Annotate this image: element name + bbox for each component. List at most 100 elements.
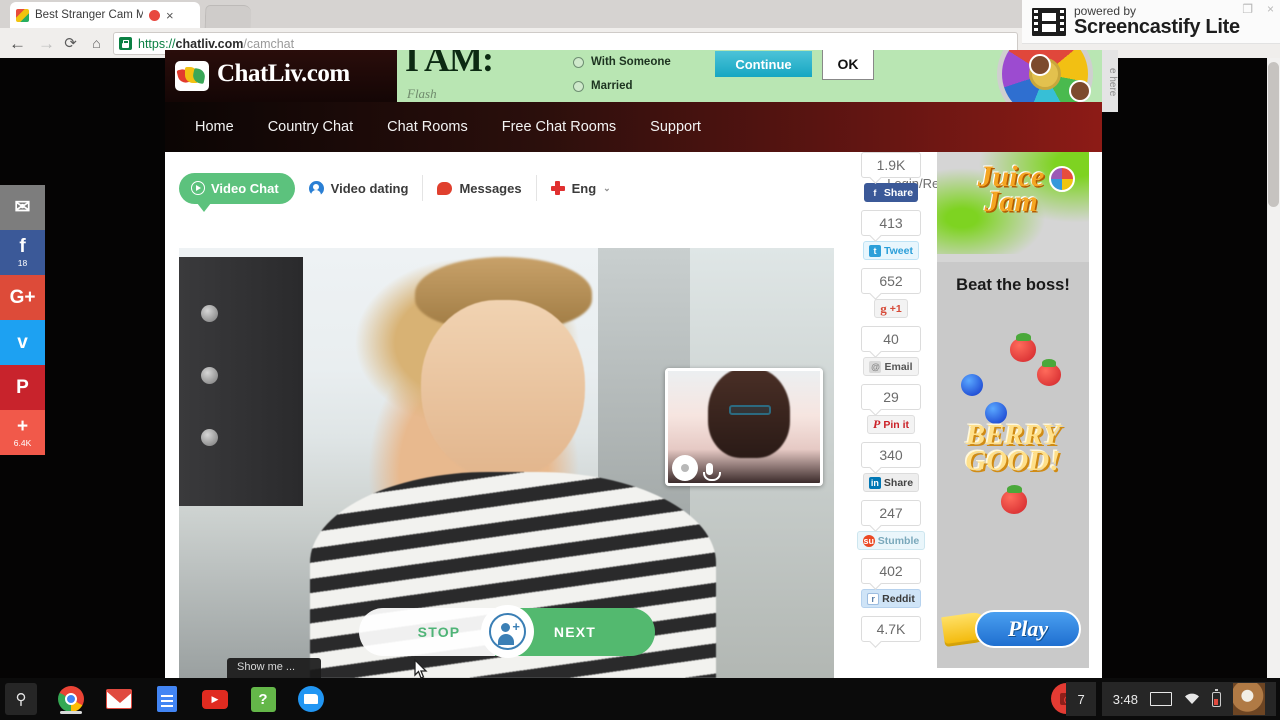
social-button-email[interactable]: ✉ <box>0 185 45 230</box>
restore-window-icon[interactable]: ❐ <box>1242 2 1253 16</box>
social-button-twitter[interactable]: ᴠ <box>0 320 45 365</box>
taskbar-app-chrome[interactable] <box>56 684 86 714</box>
status-tray[interactable]: 3:48 <box>1101 682 1276 716</box>
play-circle-icon <box>191 181 205 195</box>
url-scheme: https:// <box>138 36 176 51</box>
facebook-share-button[interactable]: f Share <box>863 183 919 202</box>
app-active-underline <box>60 711 82 714</box>
video-person-face <box>421 299 586 481</box>
close-tab-icon[interactable]: × <box>166 9 174 22</box>
self-view-controls <box>675 458 721 481</box>
stumbleupon-icon: su <box>862 534 875 547</box>
ad-ok-button[interactable]: OK <box>822 50 874 80</box>
microphone-icon[interactable] <box>702 463 721 481</box>
nav-home[interactable]: Home <box>181 113 248 141</box>
googleplus-share-button[interactable]: g +1 <box>874 299 908 318</box>
taskbar-app-youtube[interactable]: ▶ <box>200 684 230 714</box>
site-navigation: Home Country Chat Chat Rooms Free Chat R… <box>165 102 1102 152</box>
close-window-icon[interactable]: × <box>1267 2 1274 16</box>
ad-continue-button[interactable]: Continue <box>715 51 812 77</box>
tab-video-chat[interactable]: Video Chat <box>179 172 295 212</box>
wifi-icon[interactable] <box>1184 693 1200 705</box>
radio-icon[interactable] <box>573 80 584 92</box>
forward-icon[interactable]: → <box>38 35 55 52</box>
new-tab-button[interactable] <box>204 5 252 28</box>
facebook-count: 18 <box>17 258 28 268</box>
reddit-share-button[interactable]: r Reddit <box>861 589 921 608</box>
taskbar-app-gmail[interactable] <box>104 684 134 714</box>
recording-indicator-icon <box>149 9 160 21</box>
gear-icon[interactable] <box>675 458 695 478</box>
ad-face-1 <box>1029 54 1051 76</box>
social-button-more[interactable]: + 6.4K <box>0 410 45 455</box>
notification-tray[interactable]: 7 <box>1066 682 1096 716</box>
docs-icon <box>157 686 177 712</box>
reload-icon[interactable]: ⟳ <box>62 35 79 52</box>
launcher-search-icon[interactable]: ⚲ <box>5 683 37 715</box>
feature-tabs: Video Chat Video dating Messages Eng ⌄ <box>179 170 839 212</box>
chrome-icon <box>58 686 84 712</box>
page-content: Video Chat Video dating Messages Eng ⌄ S… <box>165 152 1102 678</box>
language-selector[interactable]: Eng ⌄ <box>537 173 625 204</box>
nav-chat-rooms[interactable]: Chat Rooms <box>373 113 482 141</box>
pinterest-share-button[interactable]: P Pin it <box>866 415 915 434</box>
facebook-share-count: 1.9K <box>861 152 921 178</box>
help-icon: ? <box>250 686 276 712</box>
facebook-share-label: Share <box>883 186 914 199</box>
ad-option-with-someone[interactable]: With Someone <box>573 56 671 68</box>
home-icon[interactable]: ⌂ <box>88 35 105 52</box>
ad-play-button[interactable]: Play <box>975 610 1081 648</box>
tab-messages[interactable]: Messages <box>423 173 535 204</box>
screen-cast-icon[interactable] <box>1150 692 1172 706</box>
tab-video-dating[interactable]: Video dating <box>295 173 423 204</box>
mouse-cursor <box>414 658 428 679</box>
email-icon: @ <box>869 360 882 373</box>
ad-tagline: Beat the boss! <box>956 276 1070 294</box>
share-count-rail: 1.9K f Share 413 t Tweet 652 g +1 40 @ E… <box>853 152 929 647</box>
social-button-google-plus[interactable]: G+ <box>0 275 45 320</box>
right-sidebar-ad[interactable]: Juice Jam Beat the boss! BERRY GOOD! Pla… <box>937 152 1089 668</box>
plus-icon: + <box>16 416 29 437</box>
video-speaker-object <box>179 256 304 506</box>
browser-tab[interactable]: Best Stranger Cam M × <box>10 2 200 28</box>
self-view-video[interactable] <box>665 368 823 486</box>
system-tray: 7 3:48 <box>1066 682 1276 716</box>
side-promo-tab[interactable]: e here <box>1102 50 1118 112</box>
nav-country-chat[interactable]: Country Chat <box>254 113 367 141</box>
add-user-icon: + <box>489 613 526 650</box>
ad-option-married[interactable]: Married <box>573 80 633 92</box>
main-video-stream[interactable]: Show me ... STOP NEXT + <box>179 248 834 678</box>
nav-free-chat-rooms[interactable]: Free Chat Rooms <box>488 113 630 141</box>
flag-icon <box>550 181 565 195</box>
stumbleupon-share-button[interactable]: su Stumble <box>856 531 926 550</box>
page-scrollbar-thumb[interactable] <box>1268 62 1279 207</box>
user-avatar[interactable] <box>1233 683 1265 715</box>
google-plus-icon: G+ <box>9 287 36 308</box>
radio-icon[interactable] <box>573 56 584 68</box>
stumbleupon-share-count: 247 <box>861 500 921 526</box>
notification-count: 7 <box>1077 691 1085 707</box>
add-friend-button[interactable]: + <box>481 605 534 658</box>
taskbar-app-docs[interactable] <box>152 684 182 714</box>
back-icon[interactable]: ← <box>9 35 26 52</box>
battery-icon[interactable] <box>1212 689 1221 707</box>
site-logo[interactable]: ChatLiv.com <box>165 50 397 102</box>
screencastify-name: Screencastify Lite <box>1074 16 1240 39</box>
twitter-share-button[interactable]: t Tweet <box>863 241 919 260</box>
google-plus-icon: g <box>880 300 887 316</box>
strawberry-icon-1 <box>1010 332 1036 362</box>
nav-support[interactable]: Support <box>636 113 715 141</box>
ad-fruit-spinner-icon <box>1049 166 1075 192</box>
chat-bubble-icon <box>437 181 453 195</box>
social-button-facebook[interactable]: f 18 <box>0 230 45 275</box>
linkedin-share-button[interactable]: in Share <box>862 473 920 492</box>
email-share-button[interactable]: @ Email <box>863 357 919 376</box>
film-strip-icon <box>1032 7 1066 36</box>
banner-ad[interactable]: I AM: Flash With Someone Married Continu… <box>397 50 1102 102</box>
taskbar-app-files[interactable] <box>296 684 326 714</box>
reddit-share-count: 402 <box>861 558 921 584</box>
taskbar-app-help[interactable]: ? <box>248 684 278 714</box>
ad-play-area[interactable]: Play <box>941 610 1081 650</box>
social-button-pinterest[interactable]: P <box>0 365 45 410</box>
screen: Best Stranger Cam M × ← → ⟳ ⌂ https://ch… <box>0 0 1280 720</box>
